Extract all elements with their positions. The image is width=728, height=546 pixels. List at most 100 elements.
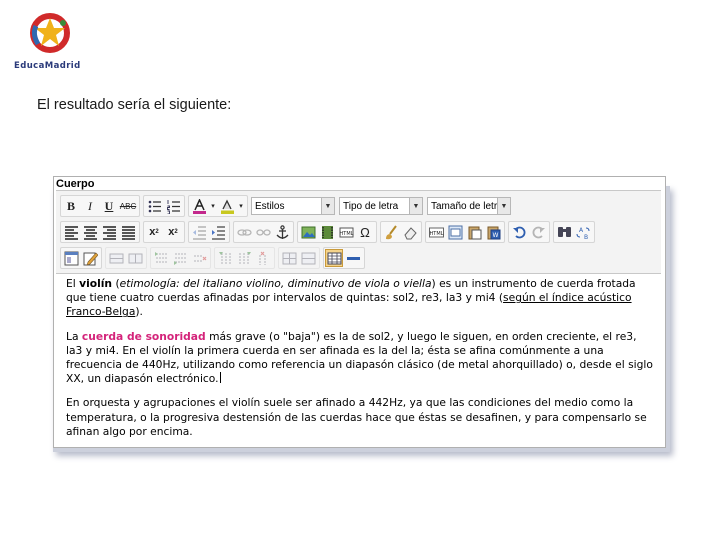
font-size-select-label: Tamaño de letra bbox=[431, 200, 497, 212]
undo-icon[interactable] bbox=[510, 223, 528, 241]
table-row-insert-icon[interactable] bbox=[107, 249, 125, 267]
toolbar-row-1: B I U ABC ▾ ▾ Estilos ▼ Tipo de letra ▼ Ta… bbox=[60, 195, 515, 217]
special-char-icon[interactable]: Ω bbox=[356, 223, 374, 241]
align-left-icon[interactable] bbox=[62, 223, 80, 241]
svg-text:W: W bbox=[492, 232, 498, 239]
preview-icon[interactable] bbox=[446, 223, 464, 241]
font-family-select-label: Tipo de letra bbox=[343, 200, 399, 212]
underline-button[interactable]: U bbox=[100, 197, 118, 215]
font-size-select[interactable]: Tamaño de letra ▼ bbox=[427, 197, 511, 215]
align-group bbox=[60, 221, 140, 243]
table-rows-group bbox=[105, 247, 147, 269]
rich-text-editor: Cuerpo B I U ABC ▾ ▾ Estilos ▼ Tipo de le… bbox=[53, 176, 666, 448]
text-caret bbox=[219, 372, 221, 384]
toolbar-row-2: x2 x2 HTML Ω HTML W A B bbox=[60, 221, 598, 243]
chevron-down-icon: ▼ bbox=[321, 198, 334, 214]
script-group: x2 x2 bbox=[143, 221, 185, 243]
delete-col-icon[interactable] bbox=[254, 249, 272, 267]
split-cells-icon[interactable] bbox=[280, 249, 298, 267]
eraser-icon[interactable] bbox=[401, 223, 419, 241]
p1-etymology-italic: etimología: del italiano violino, diminu… bbox=[119, 277, 432, 290]
delete-row-icon[interactable] bbox=[190, 249, 208, 267]
background-color-dropdown-icon[interactable]: ▾ bbox=[237, 197, 245, 215]
svg-text:HTML: HTML bbox=[339, 231, 353, 237]
link-icon[interactable] bbox=[235, 223, 253, 241]
background-color-icon[interactable] bbox=[218, 197, 236, 215]
unlink-icon[interactable] bbox=[254, 223, 272, 241]
history-group bbox=[508, 221, 550, 243]
flash-icon[interactable] bbox=[318, 223, 336, 241]
caption-text: El resultado sería el siguiente: bbox=[37, 97, 232, 113]
table-cells-group bbox=[150, 247, 211, 269]
row-after-icon[interactable] bbox=[171, 249, 189, 267]
source-group: HTML W bbox=[425, 221, 505, 243]
svg-text:A: A bbox=[579, 227, 584, 234]
p2-text-a: La bbox=[66, 329, 82, 343]
table-merge-group bbox=[278, 247, 320, 269]
bold-button[interactable]: B bbox=[62, 197, 80, 215]
text-color-dropdown-icon[interactable]: ▾ bbox=[209, 197, 217, 215]
clean-group bbox=[380, 221, 422, 243]
horizontal-rule-icon[interactable] bbox=[344, 249, 362, 267]
color-group: ▾ ▾ bbox=[188, 195, 248, 217]
bullet-list-icon[interactable] bbox=[145, 197, 163, 215]
styles-select[interactable]: Estilos ▼ bbox=[251, 197, 335, 215]
educamadrid-logo: EducaMadrid bbox=[14, 12, 86, 74]
paragraph-2: La cuerda de sonoridad más grave (o "baj… bbox=[66, 330, 656, 387]
col-after-icon[interactable] bbox=[235, 249, 253, 267]
outdent-icon[interactable] bbox=[190, 223, 208, 241]
template-icon[interactable] bbox=[62, 249, 80, 267]
align-justify-icon[interactable] bbox=[119, 223, 137, 241]
replace-icon[interactable]: AB bbox=[574, 223, 592, 241]
p2-highlight: cuerda de sonoridad bbox=[81, 329, 206, 343]
paste-text-icon[interactable] bbox=[465, 223, 483, 241]
row-before-icon[interactable] bbox=[152, 249, 170, 267]
image-icon[interactable] bbox=[299, 223, 317, 241]
superscript-button[interactable]: x2 bbox=[164, 223, 182, 241]
svg-text:HTML: HTML bbox=[429, 231, 443, 237]
styles-select-label: Estilos bbox=[255, 200, 285, 212]
paste-word-icon[interactable]: W bbox=[484, 223, 502, 241]
text-color-icon[interactable] bbox=[190, 197, 208, 215]
html-snippet-icon[interactable]: HTML bbox=[337, 223, 355, 241]
source-html-icon[interactable]: HTML bbox=[427, 223, 445, 241]
form-edit-icon[interactable] bbox=[81, 249, 99, 267]
merge-cells-icon[interactable] bbox=[299, 249, 317, 267]
col-before-icon[interactable] bbox=[216, 249, 234, 267]
p1-violin-bold: violín bbox=[79, 277, 113, 290]
align-right-icon[interactable] bbox=[100, 223, 118, 241]
numbered-list-icon[interactable] bbox=[164, 197, 182, 215]
toolbar-row-3 bbox=[60, 247, 368, 269]
search-group: AB bbox=[553, 221, 595, 243]
p1-text-b: ( bbox=[112, 277, 120, 290]
indent-group bbox=[188, 221, 230, 243]
chevron-down-icon: ▼ bbox=[409, 198, 422, 214]
link-group bbox=[233, 221, 294, 243]
italic-button[interactable]: I bbox=[81, 197, 99, 215]
format-group: B I U ABC bbox=[60, 195, 140, 217]
subscript-button[interactable]: x2 bbox=[145, 223, 163, 241]
table-cols-group bbox=[214, 247, 275, 269]
paragraph-3: En orquesta y agrupaciones el violín sue… bbox=[66, 396, 647, 438]
logo-star-icon bbox=[30, 13, 70, 53]
editor-content[interactable]: El violín (etimología: del italiano viol… bbox=[66, 277, 656, 449]
table-col-insert-icon[interactable] bbox=[126, 249, 144, 267]
svg-text:B: B bbox=[584, 234, 588, 240]
find-icon[interactable] bbox=[555, 223, 573, 241]
layout-group bbox=[60, 247, 102, 269]
indent-icon[interactable] bbox=[209, 223, 227, 241]
paint-brush-icon[interactable] bbox=[382, 223, 400, 241]
table-group bbox=[323, 247, 365, 269]
p1-text-d: ). bbox=[135, 305, 143, 319]
field-label: Cuerpo bbox=[56, 178, 95, 190]
redo-icon[interactable] bbox=[529, 223, 547, 241]
align-center-icon[interactable] bbox=[81, 223, 99, 241]
anchor-icon[interactable] bbox=[273, 223, 291, 241]
paragraph-1: El violín (etimología: del italiano viol… bbox=[66, 277, 656, 320]
table-icon[interactable] bbox=[325, 249, 343, 267]
font-family-select[interactable]: Tipo de letra ▼ bbox=[339, 197, 423, 215]
strikethrough-button[interactable]: ABC bbox=[119, 197, 137, 215]
logo-text: EducaMadrid bbox=[14, 61, 81, 71]
editor-toolbar: B I U ABC ▾ ▾ Estilos ▼ Tipo de letra ▼ Ta… bbox=[56, 190, 661, 274]
list-group bbox=[143, 195, 185, 217]
